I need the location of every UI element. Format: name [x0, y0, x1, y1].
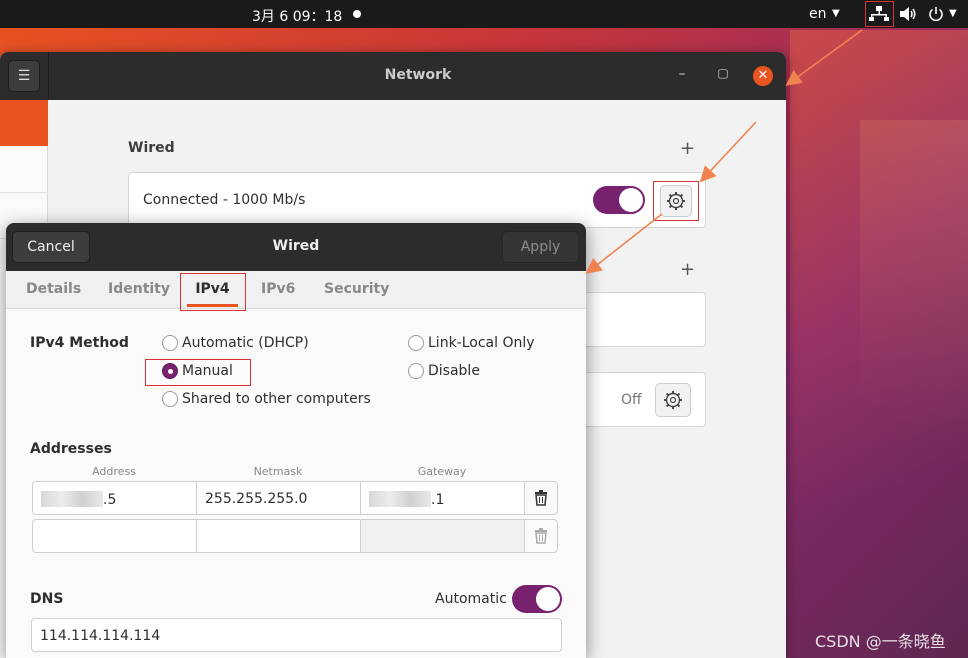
netmask-value: 255.255.255.0	[205, 491, 308, 507]
tab-security[interactable]: Security	[324, 281, 389, 297]
power-icon[interactable]	[928, 6, 944, 22]
gear-icon	[664, 391, 682, 409]
tab-ipv4-label: IPv4	[195, 281, 230, 297]
radio-label-disable: Disable	[428, 363, 480, 379]
delete-address-button[interactable]	[524, 481, 558, 515]
active-tab-indicator	[187, 304, 238, 307]
redacted-block	[41, 491, 103, 507]
minimize-button[interactable]: –	[672, 66, 692, 86]
radio-label-automatic-dhcp: Automatic (DHCP)	[182, 335, 309, 351]
chevron-down-icon[interactable]: ▼	[949, 8, 957, 19]
toggle-knob	[536, 587, 560, 611]
dialog-header: Cancel Wired Apply	[6, 223, 586, 271]
column-header-address: Address	[92, 465, 136, 478]
proxy-settings-button[interactable]	[655, 383, 691, 417]
tab-ipv4[interactable]: IPv4	[180, 273, 246, 311]
window-header: ☰ Network – ▢ ✕	[0, 52, 786, 100]
watermark: CSDN @一条晓鱼	[815, 632, 946, 651]
address-input[interactable]	[32, 519, 197, 553]
language-indicator[interactable]: en	[809, 6, 827, 22]
wired-section-title: Wired	[128, 140, 175, 156]
wired-connection-card: Connected - 1000 Mb/s	[128, 172, 706, 228]
menu-button[interactable]: ☰	[8, 60, 40, 92]
wallpaper-streak	[860, 120, 968, 640]
close-icon: ✕	[757, 68, 769, 83]
tab-bar: Details Identity IPv4 IPv6 Security	[6, 271, 586, 311]
dialog-title: Wired	[272, 238, 320, 254]
arrow-to-window	[785, 29, 863, 86]
wired-settings-button[interactable]	[653, 181, 699, 221]
gateway-value: .1	[431, 492, 445, 508]
wallpaper-streak	[790, 30, 968, 658]
notification-dot-icon	[353, 10, 361, 18]
radio-shared[interactable]	[162, 391, 178, 407]
wired-settings-dialog: Cancel Wired Apply Details Identity IPv4…	[6, 223, 586, 658]
dns-automatic-label: Automatic	[435, 591, 507, 607]
column-header-netmask: Netmask	[253, 465, 303, 478]
radio-selected-dot	[168, 369, 173, 374]
add-wired-connection-button[interactable]: +	[680, 138, 695, 159]
vpn-card	[584, 292, 706, 347]
chevron-down-icon[interactable]: ▼	[832, 8, 840, 19]
radio-link-local-only[interactable]	[408, 335, 424, 351]
sidebar-divider	[0, 192, 48, 193]
gear-icon	[660, 185, 692, 217]
addresses-label: Addresses	[30, 441, 112, 457]
address-value: .5	[103, 492, 117, 508]
header-divider	[48, 52, 49, 100]
network-proxy-card: Off	[584, 372, 706, 427]
tab-identity[interactable]: Identity	[108, 281, 170, 297]
gateway-input[interactable]	[360, 519, 525, 553]
clock[interactable]: 3月 6 09：18	[252, 6, 342, 26]
radio-label-shared: Shared to other computers	[182, 391, 371, 407]
netmask-input[interactable]: 255.255.255.0	[196, 481, 361, 515]
tab-ipv6[interactable]: IPv6	[261, 281, 295, 297]
ipv4-method-label: IPv4 Method	[30, 335, 129, 351]
dns-label: DNS	[30, 591, 64, 607]
wired-toggle[interactable]	[593, 186, 645, 214]
wired-status: Connected - 1000 Mb/s	[143, 192, 306, 208]
proxy-status: Off	[621, 392, 642, 408]
sidebar-item-network[interactable]	[0, 100, 48, 146]
address-input[interactable]: .5	[32, 481, 197, 515]
top-panel: 3月 6 09：18 en ▼ ▼	[0, 0, 968, 28]
radio-label-link-local-only: Link-Local Only	[428, 335, 535, 351]
hamburger-icon: ☰	[17, 68, 31, 84]
maximize-button[interactable]: ▢	[713, 66, 733, 86]
delete-address-button[interactable]	[524, 519, 558, 553]
window-title: Network	[384, 67, 452, 83]
apply-button[interactable]: Apply	[502, 231, 579, 263]
column-header-gateway: Gateway	[417, 465, 467, 478]
trash-icon	[535, 490, 547, 506]
dns-automatic-toggle[interactable]	[512, 585, 562, 613]
dns-input[interactable]: 114.114.114.114	[31, 618, 562, 652]
add-vpn-button[interactable]: +	[680, 259, 695, 280]
radio-disable[interactable]	[408, 363, 424, 379]
radio-automatic-dhcp[interactable]	[162, 335, 178, 351]
redacted-block	[369, 491, 431, 507]
radio-label-manual: Manual	[182, 363, 233, 379]
network-tray-icon[interactable]	[865, 1, 894, 27]
gateway-input[interactable]: .1	[360, 481, 525, 515]
netmask-input[interactable]	[196, 519, 361, 553]
tab-details[interactable]: Details	[26, 281, 81, 297]
network-wired-icon	[869, 6, 889, 21]
toggle-knob	[619, 188, 643, 212]
radio-manual[interactable]	[162, 363, 178, 379]
volume-icon[interactable]	[899, 6, 917, 22]
close-button[interactable]: ✕	[753, 66, 773, 86]
cancel-button[interactable]: Cancel	[12, 231, 90, 263]
trash-icon	[535, 528, 547, 544]
